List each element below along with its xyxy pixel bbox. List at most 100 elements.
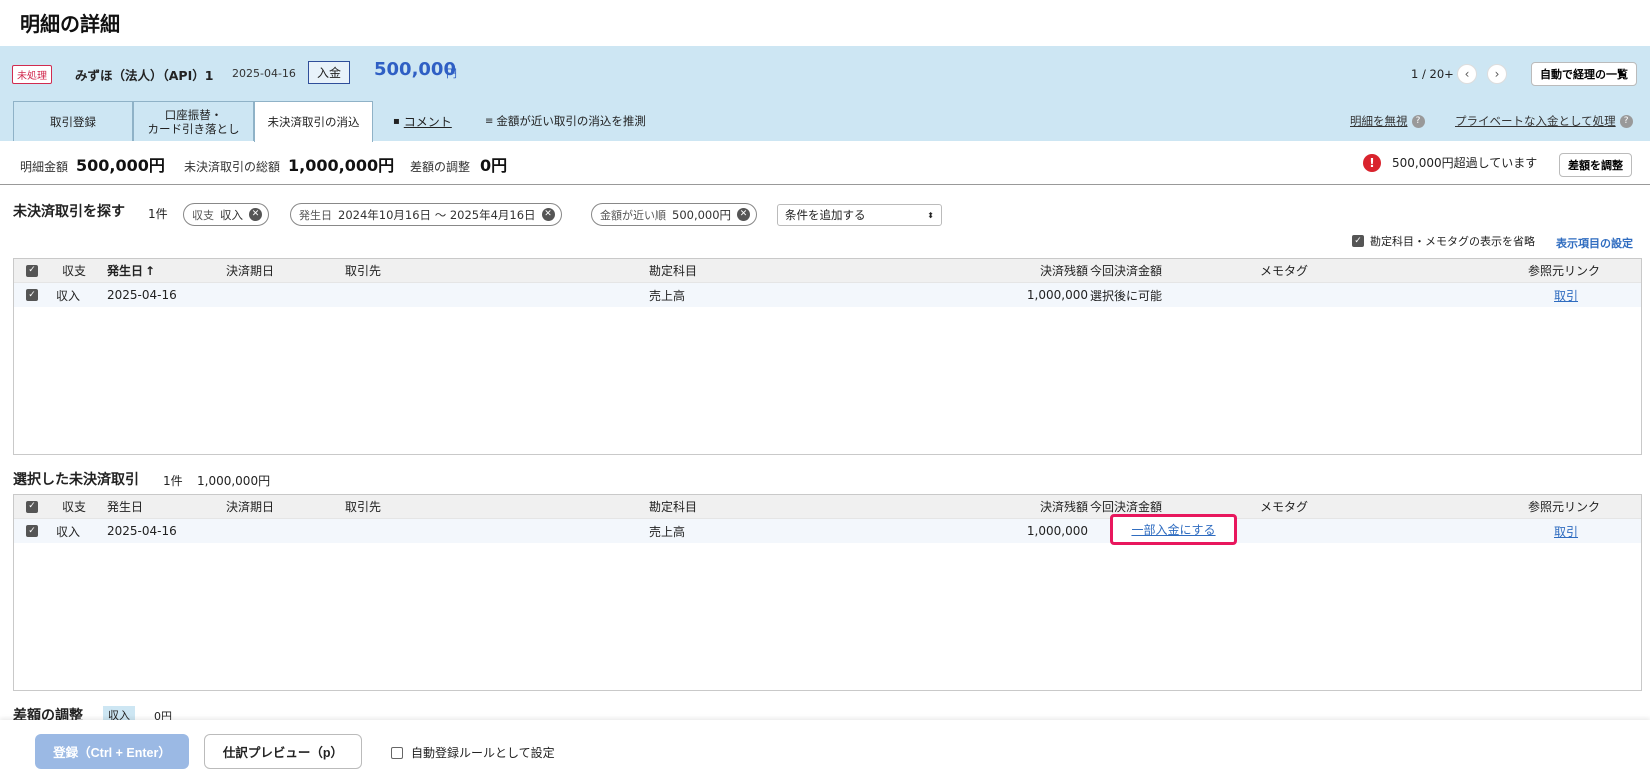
chip-key: 金額が近い順 — [600, 208, 666, 222]
cell-balance: 1,000,000 — [1026, 524, 1088, 538]
estimate-link[interactable]: ≡ 金額が近い取引の消込を推測 — [485, 113, 646, 129]
col-due: 決済期日 — [226, 264, 275, 278]
omit-toggle[interactable]: ✓ 勘定科目・メモタグの表示を省略 — [1352, 233, 1535, 249]
tab-register-label: 取引登録 — [50, 114, 96, 129]
col-partner: 取引先 — [345, 264, 382, 278]
col-partner: 取引先 — [345, 500, 382, 514]
tab-register[interactable]: 取引登録 — [13, 101, 133, 141]
detail-amount-label: 明細金額 — [20, 160, 69, 174]
col-memo: メモタグ — [1260, 500, 1309, 514]
checkbox-icon: ✓ — [1352, 235, 1364, 247]
selected-count: 1件 — [163, 474, 183, 488]
ref-link[interactable]: 取引 — [1554, 283, 1578, 307]
row-checkbox[interactable]: ✓ — [26, 525, 38, 537]
col-memo: メモタグ — [1260, 264, 1309, 278]
close-icon[interactable]: ✕ — [737, 208, 751, 221]
select-arrow-icon: ⬍ — [927, 210, 934, 220]
select-all-checkbox[interactable]: ✓ — [26, 264, 38, 277]
row-checkbox[interactable]: ✓ — [26, 289, 38, 301]
table-row[interactable]: ✓ 収入 2025-04-16 売上高 1,000,000 選択後に可能 取引 — [14, 282, 1641, 307]
table-header: ✓ 収支 発生日 決済期日 取引先 勘定科目 決済残額 今回決済金額 メモタグ … — [14, 495, 1641, 518]
filter-chip-amount[interactable]: 金額が近い順 500,000円 ✕ — [591, 203, 758, 226]
ref-link[interactable]: 取引 — [1554, 519, 1578, 543]
prev-page-button[interactable]: ‹ — [1457, 64, 1477, 84]
private-label: プライベートな入金として処理 — [1455, 114, 1616, 128]
help-icon: ? — [1619, 114, 1633, 128]
col-date: 発生日 — [107, 500, 144, 514]
selected-section-title: 選択した未決済取引 — [13, 472, 139, 488]
select-all-checkbox[interactable]: ✓ — [26, 500, 38, 513]
filter-chip-type[interactable]: 収支 収入 ✕ — [183, 203, 269, 226]
col-balance: 決済残額 — [1039, 264, 1088, 278]
journal-preview-button[interactable]: 仕訳プレビュー（p） — [204, 734, 362, 769]
table-header: ✓ 収支 発生日 ↑ 決済期日 取引先 勘定科目 決済残額 今回決済金額 メモタグ… — [14, 259, 1641, 282]
tab-transfer[interactable]: 口座振替・ カード引き落とし — [133, 101, 254, 141]
cell-date: 2025-04-16 — [107, 288, 177, 302]
account-name: みずほ（法人）（API）1 — [75, 68, 214, 83]
tab-reconcile-label: 未決済取引の消込 — [267, 115, 360, 129]
col-type: 収支 — [62, 264, 87, 278]
comment-link[interactable]: ▪ コメント — [393, 113, 452, 130]
selected-amount: 1,000,000円 — [197, 474, 271, 488]
col-date-label: 発生日 — [107, 264, 144, 278]
display-settings-link[interactable]: 表示項目の設定 — [1556, 235, 1633, 251]
warning-text: 500,000円超過しています — [1392, 156, 1538, 170]
cell-type: 収入 — [56, 524, 81, 539]
register-button[interactable]: 登録（Ctrl + Enter） — [35, 734, 189, 769]
close-icon[interactable]: ✕ — [249, 208, 262, 221]
col-date[interactable]: 発生日 ↑ — [107, 259, 155, 282]
statement-amount: 500,000 — [374, 59, 456, 80]
filter-chip-date[interactable]: 発生日 2024年10月16日 〜 2025年4月16日 ✕ — [290, 203, 562, 226]
ignore-statement-link[interactable]: 明細を無視 ? — [1350, 113, 1425, 129]
add-condition-select[interactable]: 条件を追加する ⬍ — [777, 204, 942, 226]
partial-payment-link[interactable]: 一部入金にする — [1131, 521, 1215, 538]
col-this-amount: 今回決済金額 — [1090, 264, 1163, 278]
private-deposit-link[interactable]: プライベートな入金として処理 ? — [1455, 113, 1633, 129]
chip-value: 収入 — [220, 207, 243, 222]
type-badge: 入金 — [308, 61, 351, 84]
col-due: 決済期日 — [226, 500, 275, 514]
amount-unit: 円 — [446, 67, 457, 80]
next-page-button[interactable]: › — [1487, 64, 1507, 84]
help-icon: ? — [1411, 114, 1425, 128]
warning-icon: ! — [1363, 154, 1381, 172]
table-row[interactable]: ✓ 収入 2025-04-16 売上高 1,000,000 一部入金にする 取引 — [14, 514, 1641, 545]
cell-date: 2025-04-16 — [107, 524, 177, 538]
search-results-table: ✓ 収支 発生日 ↑ 決済期日 取引先 勘定科目 決済残額 今回決済金額 メモタグ… — [13, 258, 1642, 455]
omit-label: 勘定科目・メモタグの表示を省略 — [1370, 235, 1535, 248]
summary-total: 未決済取引の総額 1,000,000円 — [184, 152, 394, 176]
col-balance: 決済残額 — [1039, 500, 1088, 514]
detail-amount-value: 500,000円 — [76, 156, 165, 175]
cell-type: 収入 — [56, 288, 81, 303]
ignore-label: 明細を無視 — [1350, 114, 1408, 128]
adjust-difference-button[interactable]: 差額を調整 — [1559, 153, 1632, 177]
cell-balance: 1,000,000 — [1026, 288, 1088, 302]
auto-list-button[interactable]: 自動で経理の一覧 — [1531, 62, 1637, 86]
comment-label: コメント — [403, 115, 452, 129]
col-ref: 参照元リンク — [1528, 500, 1601, 514]
add-condition-label: 条件を追加する — [785, 208, 866, 222]
statement-date: 2025-04-16 — [232, 67, 296, 80]
cell-account: 売上高 — [649, 288, 686, 303]
col-account: 勘定科目 — [649, 264, 698, 278]
tab-reconcile[interactable]: 未決済取引の消込 — [254, 101, 373, 142]
close-icon[interactable]: ✕ — [541, 208, 555, 221]
comment-icon: ▪ — [393, 116, 400, 127]
summary-adjust: 差額の調整 0円 — [410, 152, 507, 176]
auto-rule-toggle[interactable]: 自動登録ルールとして設定 — [391, 744, 555, 761]
total-value: 1,000,000円 — [288, 156, 395, 175]
tab-transfer-label-1: 口座振替・ — [164, 107, 223, 122]
chevron-right-icon: › — [1494, 67, 1500, 81]
chip-value: 2024年10月16日 〜 2025年4月16日 — [338, 207, 536, 222]
tab-transfer-label-2: カード引き落とし — [147, 121, 240, 136]
chevron-left-icon: ‹ — [1464, 67, 1470, 81]
partial-payment-highlight: 一部入金にする — [1110, 514, 1237, 545]
adjust-value: 0円 — [480, 156, 508, 175]
estimate-label: 金額が近い取引の消込を推測 — [496, 114, 646, 128]
pager-indicator: 1 / 20+ — [1411, 67, 1454, 81]
total-label: 未決済取引の総額 — [184, 160, 281, 174]
search-count: 1件 — [148, 207, 168, 221]
auto-rule-checkbox[interactable] — [391, 746, 403, 759]
search-section-title: 未決済取引を探す — [13, 204, 125, 220]
chip-value: 500,000円 — [672, 207, 732, 222]
